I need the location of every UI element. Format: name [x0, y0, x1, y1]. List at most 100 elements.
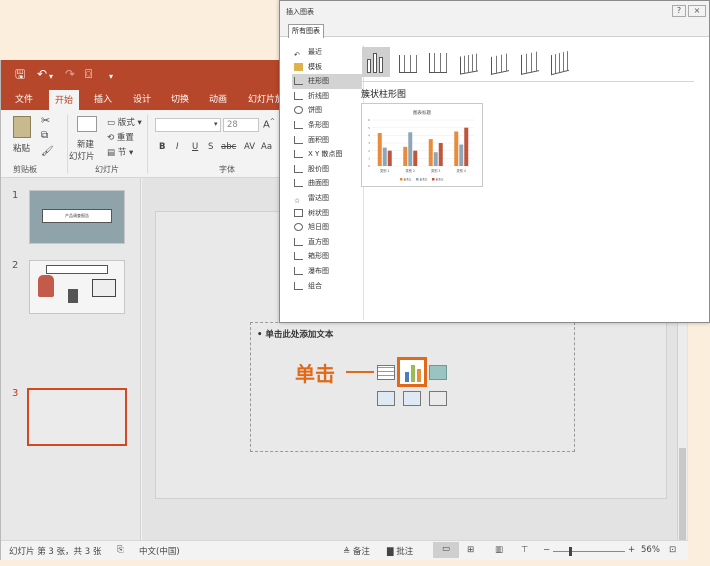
surface-chart-icon	[294, 179, 303, 188]
insert-online-picture-icon[interactable]	[403, 391, 421, 406]
tab-design[interactable]: 设计	[133, 92, 151, 105]
new-slide-icon[interactable]	[77, 116, 97, 132]
insert-smartart-icon[interactable]	[429, 365, 447, 380]
notes-button[interactable]: ≜ 备注	[343, 545, 370, 557]
tab-transitions[interactable]: 切换	[171, 92, 189, 105]
status-bar: 幻灯片 第 3 张，共 3 张 ⎘ 中文(中国) ≜ 备注 ▇ 批注 ▭ ⊞ ▥…	[1, 540, 688, 560]
slide-1-title: 产品调查报告	[42, 209, 112, 223]
copy-icon[interactable]: ⧉	[41, 130, 48, 141]
subtype-clustered-column[interactable]	[362, 47, 390, 77]
insert-table-icon[interactable]	[377, 365, 395, 380]
reset-button[interactable]: ⟲ 重置	[107, 131, 134, 143]
zoom-out-icon[interactable]: −	[543, 545, 550, 555]
dialog-title: 插入图表	[286, 8, 314, 16]
section-button[interactable]: ▤ 节 ▾	[107, 146, 133, 158]
slides-group-label: 幻灯片	[95, 165, 119, 174]
slide-thumbnail-3[interactable]	[27, 388, 127, 446]
character-spacing-button[interactable]: AV	[244, 142, 255, 152]
new-slide-button[interactable]: 新建	[77, 138, 94, 150]
normal-view-icon[interactable]: ▭	[433, 542, 459, 558]
slide-thumbnail-2[interactable]	[29, 260, 125, 314]
category-stock[interactable]: 股价图	[292, 162, 362, 177]
spelling-icon[interactable]: ⎘	[117, 545, 124, 555]
font-group-label: 字体	[219, 165, 235, 174]
preview-x-labels: 类别 1 类别 2 类别 3 类别 4	[380, 168, 466, 173]
zoom-level[interactable]: 56%	[641, 545, 660, 555]
category-combo[interactable]: 组合	[292, 279, 362, 294]
paste-icon[interactable]	[13, 116, 31, 138]
close-icon[interactable]: ×	[688, 5, 706, 17]
presentation-icon[interactable]: ⌼	[85, 67, 92, 81]
language-status[interactable]: 中文(中国)	[139, 545, 180, 557]
subtype-stacked-column[interactable]	[394, 47, 422, 77]
category-radar[interactable]: ☆ 雷达图	[292, 191, 362, 206]
bold-button[interactable]: B	[159, 142, 165, 152]
insert-video-icon[interactable]	[429, 391, 447, 406]
category-box-whisker[interactable]: 箱形图	[292, 249, 362, 264]
layout-button[interactable]: ▭ 版式 ▾	[107, 116, 142, 128]
slideshow-icon[interactable]: ⊤	[521, 545, 528, 555]
category-templates[interactable]: 模板	[292, 60, 362, 75]
subtype-3d-100-stacked-column[interactable]	[516, 47, 544, 77]
chart-preview[interactable]: 图表标题 0 1 2 3 4 5 6 类别 1 类别 2 类别 3 类别 4 系列1 系列2 系列3	[361, 103, 483, 187]
font-size-input[interactable]: 28	[223, 118, 259, 132]
format-painter-icon[interactable]: 🖌	[41, 146, 54, 157]
category-column[interactable]: 柱形图	[292, 74, 362, 89]
font-name-input[interactable]	[155, 118, 221, 132]
subtype-3d-column[interactable]	[546, 47, 574, 77]
undo-dropdown-icon[interactable]: ▾	[49, 70, 53, 84]
category-surface[interactable]: 曲面图	[292, 176, 362, 191]
paste-button[interactable]: 粘贴	[13, 142, 30, 154]
category-scatter[interactable]: X Y 散点图	[292, 147, 362, 162]
italic-button[interactable]: I	[176, 142, 179, 152]
category-sunburst[interactable]: 旭日图	[292, 220, 362, 235]
tab-all-charts[interactable]: 所有图表	[288, 24, 324, 38]
scrollbar-thumb[interactable]	[679, 448, 686, 548]
tab-animations[interactable]: 动画	[209, 92, 227, 105]
subtype-3d-stacked-column[interactable]	[486, 47, 514, 77]
zoom-slider[interactable]	[553, 547, 625, 556]
insert-picture-icon[interactable]	[377, 391, 395, 406]
tab-home[interactable]: 开始	[49, 90, 80, 110]
zoom-in-icon[interactable]: +	[628, 545, 635, 555]
tab-insert[interactable]: 插入	[94, 92, 112, 105]
shadow-button[interactable]: S	[208, 142, 213, 152]
category-waterfall[interactable]: 瀑布图	[292, 264, 362, 279]
cut-icon[interactable]: ✂	[41, 114, 50, 127]
subtype-glyph	[460, 53, 478, 75]
subtype-3d-clustered-column[interactable]	[455, 47, 483, 77]
change-case-button[interactable]: Aa	[261, 142, 272, 152]
strikethrough-button[interactable]: abc	[221, 142, 236, 152]
placeholder-text[interactable]: • 单击此处添加文本	[257, 328, 333, 340]
chart-icon-bar	[405, 372, 409, 382]
save-icon[interactable]: 🖫	[15, 67, 25, 81]
preview-bar	[433, 152, 438, 166]
insert-chart-icon[interactable]	[397, 357, 427, 387]
category-bar[interactable]: 条形图	[292, 118, 362, 133]
underline-button[interactable]: U	[192, 142, 198, 152]
fit-to-window-icon[interactable]: ⊡	[669, 545, 676, 555]
slide-thumbnail-1[interactable]: 产品调查报告	[29, 190, 125, 244]
font-size-value: 28	[227, 120, 238, 130]
zoom-slider-thumb[interactable]	[569, 547, 572, 556]
category-line[interactable]: 折线图	[292, 89, 362, 104]
new-slide-button-label[interactable]: 幻灯片	[69, 150, 95, 162]
subtype-100-stacked-column[interactable]	[424, 47, 452, 77]
notes-label: 备注	[352, 547, 370, 557]
increase-font-icon[interactable]: A^	[263, 118, 275, 130]
category-pie[interactable]: 饼图	[292, 103, 362, 118]
category-area[interactable]: 面积图	[292, 133, 362, 148]
help-button[interactable]: ?	[672, 5, 686, 17]
category-histogram[interactable]: 直方图	[292, 235, 362, 250]
comments-button[interactable]: ▇ 批注	[387, 545, 413, 557]
reading-view-icon[interactable]: ▥	[495, 545, 503, 555]
content-placeholder[interactable]: • 单击此处添加文本 单击	[250, 322, 575, 452]
undo-icon[interactable]: ↶	[37, 67, 47, 81]
slide-sorter-icon[interactable]: ⊞	[467, 545, 474, 555]
category-label: 折线图	[308, 91, 329, 100]
category-recent[interactable]: ↶ 最近	[292, 45, 362, 60]
tab-file[interactable]: 文件	[15, 92, 33, 105]
font-name-dropdown-icon[interactable]: ▾	[214, 120, 218, 128]
customize-toolbar-icon[interactable]: ▾	[109, 70, 113, 84]
category-treemap[interactable]: 树状图	[292, 206, 362, 221]
